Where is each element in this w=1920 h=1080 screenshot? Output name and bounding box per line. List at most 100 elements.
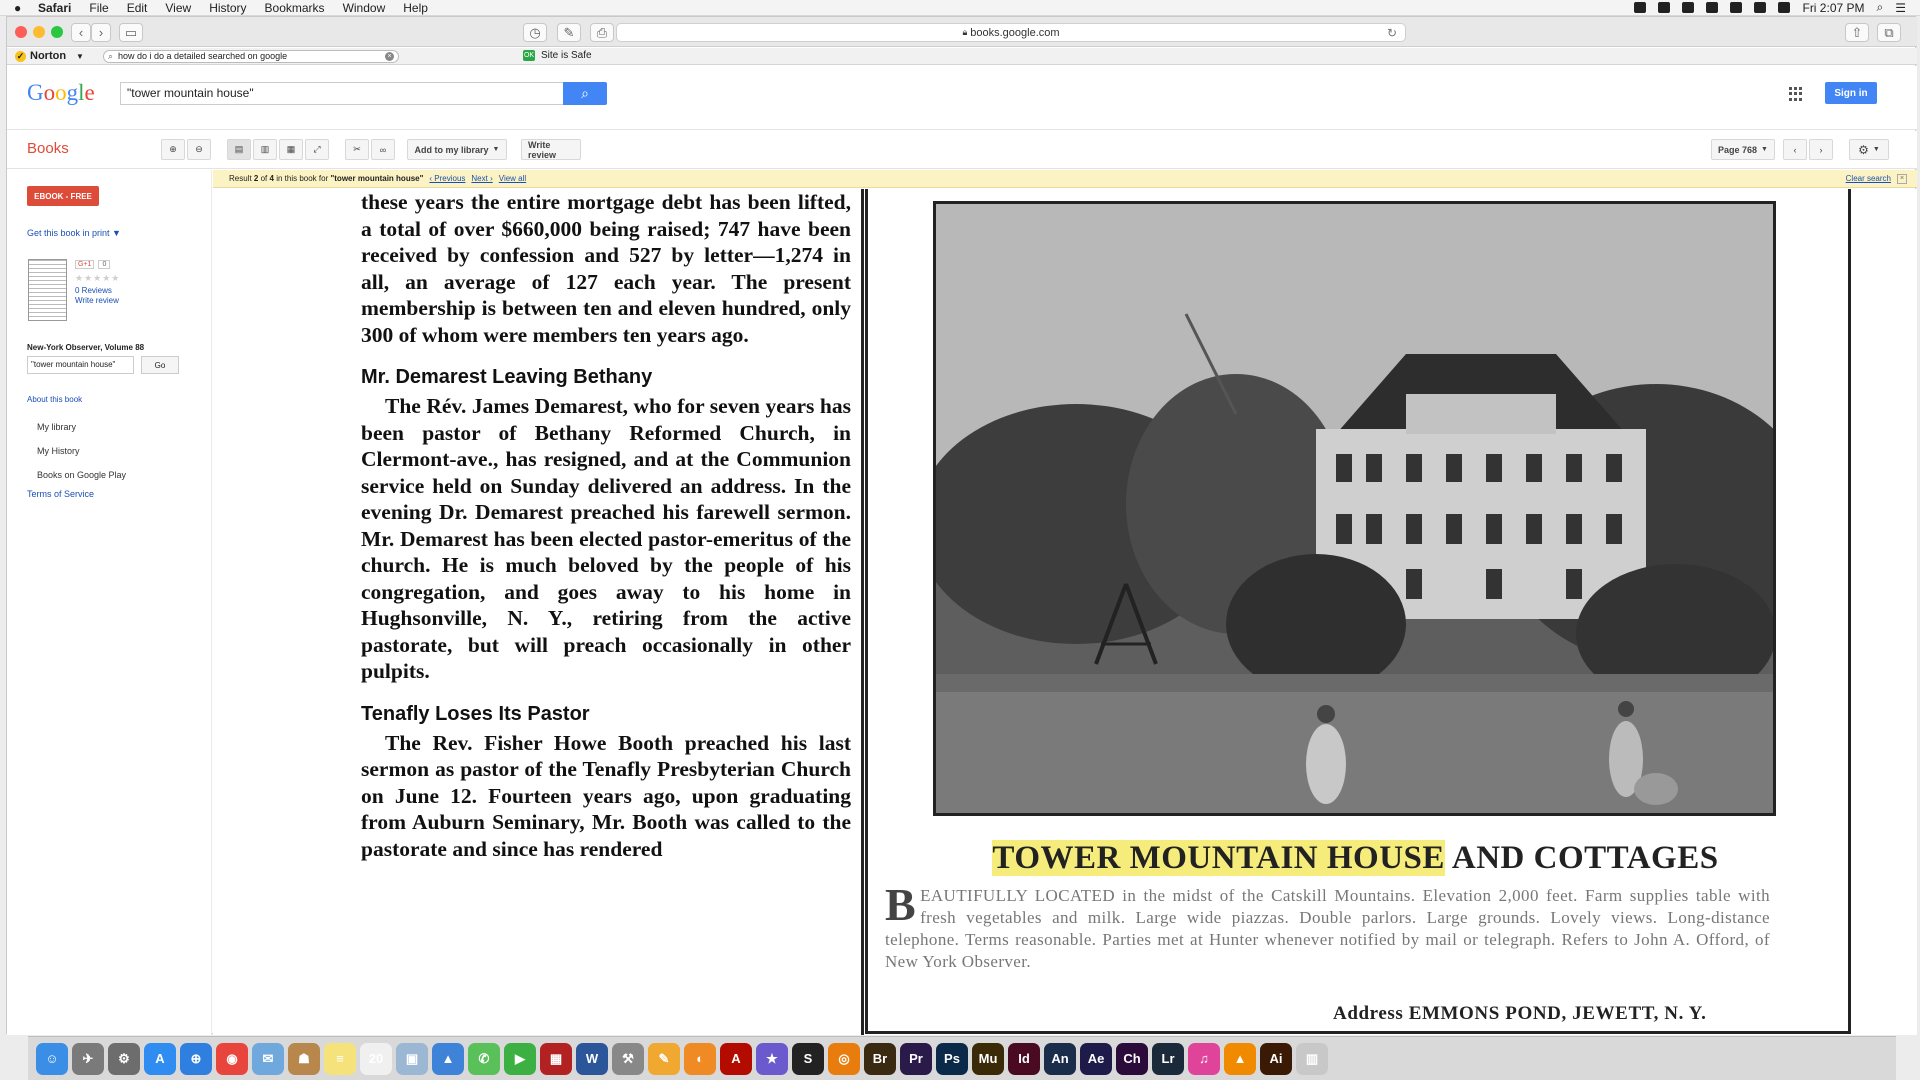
clock[interactable]: Fri 2:07 PM <box>1802 1 1864 15</box>
sonos-icon[interactable]: S <box>792 1042 824 1075</box>
menu-bookmarks[interactable]: Bookmarks <box>265 1 325 15</box>
messages-icon[interactable]: ✆ <box>468 1042 500 1075</box>
menu-edit[interactable]: Edit <box>127 1 148 15</box>
bridge-icon[interactable]: Br <box>864 1042 896 1075</box>
menu-history[interactable]: History <box>209 1 246 15</box>
tabs-overview-icon[interactable]: ⧉ <box>1877 23 1901 42</box>
ebook-free-button[interactable]: EBOOK - FREE <box>27 186 99 206</box>
next-page-button[interactable]: › <box>1809 139 1833 160</box>
clear-icon[interactable]: × <box>385 52 394 61</box>
link-icon[interactable]: ∞ <box>371 139 395 160</box>
animate-icon[interactable]: An <box>1044 1042 1076 1075</box>
google-logo[interactable]: Google <box>27 80 95 106</box>
volume-icon[interactable] <box>1730 2 1743 13</box>
pages-icon[interactable]: ✎ <box>648 1042 680 1075</box>
book-cover-thumbnail[interactable] <box>28 259 67 321</box>
clear-search-link[interactable]: Clear search <box>1846 174 1891 183</box>
history-icon[interactable]: ◷ <box>523 23 547 42</box>
contacts-icon[interactable]: ☗ <box>288 1042 320 1075</box>
dropbox-icon[interactable] <box>1634 2 1647 13</box>
character-animator-icon[interactable]: Ch <box>1116 1042 1148 1075</box>
search-inside-input[interactable]: "tower mountain house" <box>27 356 134 374</box>
menu-window[interactable]: Window <box>343 1 386 15</box>
page-select[interactable]: Page 768 ▼ <box>1711 139 1775 160</box>
previous-page-button[interactable]: ‹ <box>1783 139 1807 160</box>
google-search-input[interactable]: "tower mountain house" <box>120 82 566 105</box>
google-plus-one[interactable]: G+1 0 <box>75 260 111 269</box>
single-page-view-icon[interactable]: ▤ <box>227 139 251 160</box>
minimize-window-button[interactable] <box>33 26 45 38</box>
close-icon[interactable]: × <box>1897 173 1907 184</box>
menu-view[interactable]: View <box>165 1 191 15</box>
books-title[interactable]: Books <box>27 140 69 157</box>
search-button[interactable]: ⌕ <box>563 82 607 105</box>
acrobat-icon[interactable]: A <box>720 1042 752 1075</box>
address-bar[interactable]: 🔒︎ books.google.com ↻ <box>616 23 1406 42</box>
keynote-icon[interactable]: ▲ <box>432 1042 464 1075</box>
after-effects-icon[interactable]: Ae <box>1080 1042 1112 1075</box>
premiere-icon[interactable]: Pr <box>900 1042 932 1075</box>
sidebar-toggle-icon[interactable]: ▭ <box>119 23 143 42</box>
apps-grid-icon[interactable] <box>1789 87 1803 101</box>
lightroom-icon[interactable]: Lr <box>1152 1042 1184 1075</box>
previous-result-link[interactable]: ‹ Previous <box>429 174 465 183</box>
share-icon[interactable]: ⇧ <box>1845 23 1869 42</box>
calendar-icon[interactable]: 20 <box>360 1042 392 1075</box>
spotlight-icon[interactable]: ⌕ <box>1877 0 1884 15</box>
forward-button[interactable]: › <box>91 23 111 42</box>
ibooks-icon[interactable]: ◐ <box>684 1042 716 1075</box>
add-to-library-button[interactable]: Add to my library ▼ <box>407 139 507 160</box>
sidebar-item-my-library[interactable]: My library <box>37 422 76 432</box>
muse-icon[interactable]: Mu <box>972 1042 1004 1075</box>
photo-booth-icon[interactable]: ▦ <box>540 1042 572 1075</box>
safari-icon[interactable]: ⊕ <box>180 1042 212 1075</box>
facetime-icon[interactable]: ▶ <box>504 1042 536 1075</box>
about-this-book-link[interactable]: About this book <box>27 395 82 404</box>
sidebar-item-google-play[interactable]: Books on Google Play <box>37 470 126 480</box>
system-preferences-icon[interactable]: ⚙ <box>108 1042 140 1075</box>
print-icon[interactable]: ⎙ <box>590 23 614 42</box>
apple-icon[interactable]: ● <box>14 1 32 15</box>
vlc-icon[interactable]: ▲ <box>1224 1042 1256 1075</box>
battery-icon[interactable] <box>1778 2 1791 13</box>
go-button[interactable]: Go <box>141 356 179 374</box>
menu-help[interactable]: Help <box>403 1 428 15</box>
finder-icon[interactable]: ☺ <box>36 1042 68 1075</box>
terms-of-service-link[interactable]: Terms of Service <box>27 489 94 499</box>
wifi-icon[interactable] <box>1754 2 1767 13</box>
menu-app[interactable]: Safari <box>38 1 71 15</box>
norton-status-icon[interactable] <box>1682 2 1695 13</box>
word-icon[interactable]: W <box>576 1042 608 1075</box>
site-safe-indicator[interactable]: OK Site is Safe <box>523 50 592 61</box>
norton-search-input[interactable]: ⌕ how do i do a detailed searched on goo… <box>103 50 399 63</box>
sign-in-button[interactable]: Sign in <box>1825 82 1877 104</box>
book-page-viewer[interactable]: these years the entire mortgage debt has… <box>213 189 1917 1035</box>
zoom-out-icon[interactable]: ⊖ <box>187 139 211 160</box>
gplus-button[interactable]: G+1 <box>75 260 95 269</box>
launchpad-icon[interactable]: ✈ <box>72 1042 104 1075</box>
indesign-icon[interactable]: Id <box>1008 1042 1040 1075</box>
write-review-button[interactable]: Write review <box>521 139 581 160</box>
settings-gear-button[interactable]: ⚙ ▼ <box>1849 139 1889 160</box>
notification-center-icon[interactable]: ☰ <box>1895 1 1906 15</box>
write-review-link[interactable]: Write review <box>75 296 119 305</box>
trash-icon[interactable]: ▥ <box>1296 1042 1328 1075</box>
reload-icon[interactable]: ↻ <box>1387 26 1397 40</box>
reviews-link[interactable]: 0 Reviews <box>75 286 112 295</box>
automator-icon[interactable]: ⚒ <box>612 1042 644 1075</box>
close-window-button[interactable] <box>15 26 27 38</box>
clip-icon[interactable]: ✂ <box>345 139 369 160</box>
illustrator-icon[interactable]: Ai <box>1260 1042 1292 1075</box>
blender-icon[interactable]: ◎ <box>828 1042 860 1075</box>
view-all-link[interactable]: View all <box>499 174 526 183</box>
zoom-window-button[interactable] <box>51 26 63 38</box>
menu-file[interactable]: File <box>89 1 108 15</box>
next-result-link[interactable]: Next › <box>471 174 492 183</box>
zoom-in-icon[interactable]: ⊕ <box>161 139 185 160</box>
bluetooth-icon[interactable] <box>1706 2 1719 13</box>
two-page-view-icon[interactable]: ▥ <box>253 139 277 160</box>
back-button[interactable]: ‹ <box>71 23 91 42</box>
sidebar-item-my-history[interactable]: My History <box>37 446 80 456</box>
norton-logo[interactable]: ✓ Norton ▼ <box>15 50 84 62</box>
thumbnail-view-icon[interactable]: ▦ <box>279 139 303 160</box>
